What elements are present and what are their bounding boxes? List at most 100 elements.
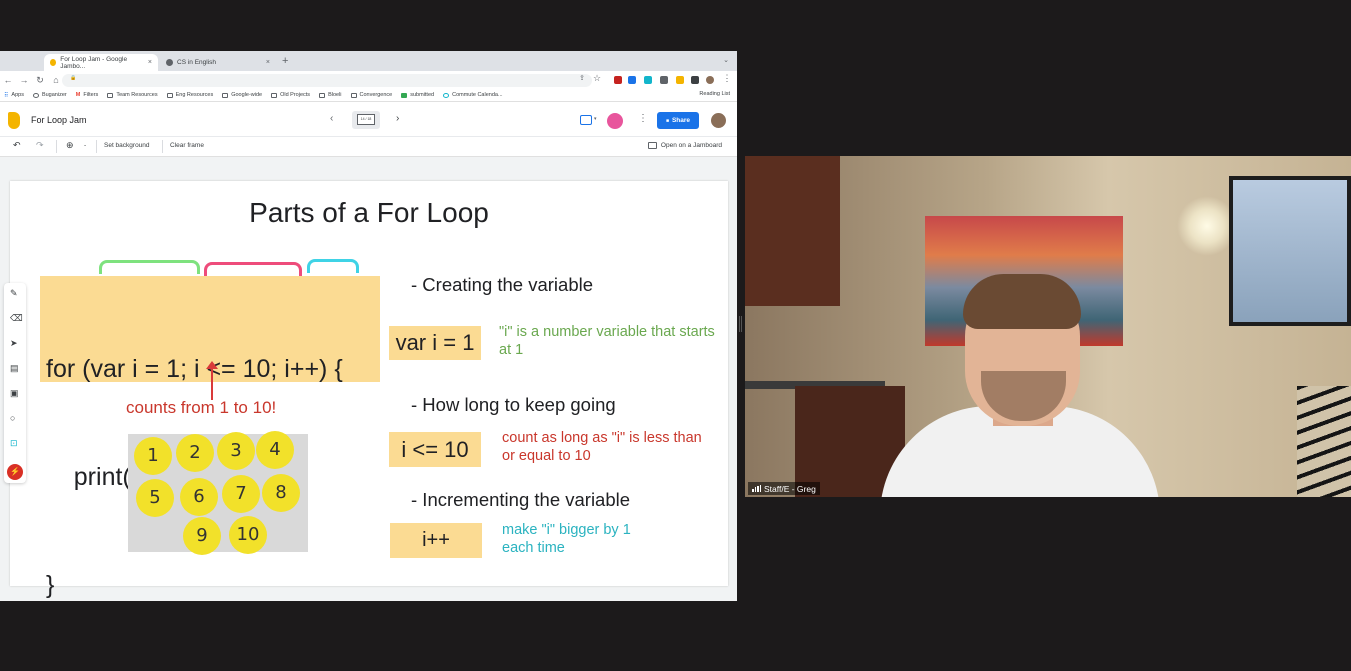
previous-frame-button[interactable]: ‹ [330, 113, 333, 124]
number-circle: 10 [229, 516, 267, 554]
extension-icon[interactable] [614, 76, 622, 84]
lock-icon: 🔒 [70, 75, 77, 81]
address-bar[interactable]: 🔒 [62, 74, 592, 87]
section-note: count as long as "i" is less than or equ… [502, 430, 702, 464]
reading-list-button[interactable]: Reading List [699, 91, 730, 97]
bookmark-google-wide[interactable]: Google-wide [222, 92, 262, 98]
redo-icon[interactable]: ↷ [36, 140, 44, 151]
eraser-icon[interactable]: ⌫ [10, 313, 23, 324]
video-person-hair [963, 274, 1081, 329]
bookmark-label: Eng Resources [175, 92, 214, 98]
collaborator-avatar[interactable] [607, 113, 623, 129]
bookmark-old-projects[interactable]: Old Projects [271, 92, 310, 98]
number-circle: 7 [222, 475, 260, 513]
zoom-dropdown[interactable]: - [84, 142, 86, 149]
new-tab-button[interactable]: + [282, 55, 288, 67]
monitor-icon [647, 142, 657, 149]
shape-circle-icon[interactable]: ○ [10, 413, 15, 423]
video-cabinet [745, 156, 840, 306]
code-highlight: i++ [390, 523, 482, 558]
open-on-jamboard-button[interactable]: Open on a Jamboard [647, 142, 722, 149]
number-circle: 3 [217, 432, 255, 470]
folder-icon [222, 92, 229, 98]
more-options-icon[interactable]: ⋮ [638, 113, 648, 124]
tab-cs-in-english[interactable]: CS in English × [160, 54, 276, 71]
section-note: "i" is a number variable that starts at … [499, 324, 715, 358]
folder-icon [107, 92, 114, 98]
profile-avatar[interactable] [706, 76, 714, 84]
browser-toolbar: ← → ↻ ⌂ 🔒 ⇪ ☆ ⋮ [0, 71, 737, 89]
sheet-icon [401, 92, 408, 98]
bookmarks-bar: ⠿ Apps Buganizer M Filters Team Resources … [0, 89, 737, 102]
bookmark-label: Filters [83, 92, 99, 98]
extension-icon[interactable] [660, 76, 668, 84]
section-note: make "i" bigger by 1 each time [502, 522, 631, 556]
zoom-icon[interactable]: ⊕ [66, 140, 74, 151]
arrow-annotation [211, 364, 213, 400]
sticky-note-icon[interactable]: ▤ [10, 363, 19, 374]
bookmark-label: submitted [410, 92, 435, 98]
laser-icon[interactable]: ⚡ [7, 464, 23, 480]
frame-bar-button[interactable]: 14 / 18 [352, 111, 380, 129]
share-page-icon[interactable]: ⇪ [574, 74, 590, 82]
extension-icon[interactable] [628, 76, 636, 84]
close-tab-icon[interactable]: × [148, 59, 152, 66]
toolbar-divider [96, 140, 97, 153]
reload-icon[interactable]: ↻ [32, 75, 48, 86]
next-frame-button[interactable]: › [396, 113, 399, 124]
bookmark-commute-calendar[interactable]: Commute Calenda... [443, 92, 503, 98]
jamboard-tool-rail: ✎ ⌫ ➤ ▤ ▣ ○ ⊡ ⚡ [4, 283, 26, 483]
bookmark-label: Apps [11, 92, 24, 98]
jam-title[interactable]: For Loop Jam [31, 115, 87, 125]
video-lamp [1177, 196, 1237, 256]
tab-search-icon[interactable]: ⌄ [723, 56, 729, 64]
bookmark-convergence[interactable]: Convergence [350, 92, 392, 98]
folder-icon [166, 92, 173, 98]
chevron-down-icon[interactable]: ▾ [594, 116, 597, 122]
present-icon[interactable] [580, 115, 592, 125]
tab-for-loop-jam[interactable]: For Loop Jam - Google Jambo... × [44, 54, 158, 71]
video-railing [1297, 386, 1351, 497]
bookmark-apps[interactable]: ⠿ Apps [4, 92, 24, 99]
section-heading: - Creating the variable [411, 274, 594, 295]
bookmark-bloeli[interactable]: Bloeli [319, 92, 342, 98]
jam-frame[interactable]: Parts of a For Loop for (var i = 1; i <=… [10, 181, 728, 599]
bookmark-label: Old Projects [280, 92, 311, 98]
forward-icon[interactable]: → [16, 75, 32, 85]
video-window [1229, 176, 1351, 326]
chrome-menu-icon[interactable]: ⋮ [719, 73, 735, 84]
folder-icon [271, 92, 278, 98]
clear-frame-button[interactable]: Clear frame [170, 142, 204, 149]
cyan-bracket-annotation [307, 259, 359, 273]
pen-icon[interactable]: ✎ [10, 288, 18, 299]
bookmark-team-resources[interactable]: Team Resources [107, 92, 158, 98]
close-tab-icon[interactable]: × [266, 59, 270, 66]
undo-icon[interactable]: ↶ [13, 140, 21, 151]
lock-icon: ■ [665, 117, 669, 124]
bookmark-eng-resources[interactable]: Eng Resources [166, 92, 214, 98]
set-background-button[interactable]: Set background [104, 142, 150, 149]
jamboard-favicon-icon [50, 59, 57, 66]
extension-icon[interactable] [644, 76, 652, 84]
participant-video[interactable]: Staff/E - Greg [745, 156, 1351, 497]
signal-strength-icon [752, 485, 761, 492]
jamboard-logo-icon [8, 112, 20, 129]
star-icon[interactable]: ☆ [589, 73, 605, 84]
number-circle: 4 [256, 431, 294, 469]
bookmark-filters[interactable]: M Filters [76, 92, 99, 98]
account-avatar[interactable] [711, 113, 726, 128]
share-button[interactable]: ■ Share [657, 112, 699, 129]
bookmark-submitted[interactable]: submitted [401, 92, 434, 98]
extension-icon[interactable] [676, 76, 684, 84]
bookmark-buganizer[interactable]: Buganizer [32, 92, 67, 98]
bookmark-label: Commute Calenda... [452, 92, 503, 98]
text-box-icon[interactable]: ⊡ [10, 438, 18, 449]
tab-title: For Loop Jam - Google Jambo... [60, 55, 128, 70]
split-view-handle[interactable] [739, 316, 742, 332]
back-icon[interactable]: ← [0, 75, 16, 85]
select-cursor-icon[interactable]: ➤ [10, 338, 18, 349]
number-circle: 6 [180, 478, 218, 516]
image-icon[interactable]: ▣ [10, 388, 19, 399]
puzzle-icon[interactable] [691, 76, 699, 84]
browser-tab-bar: For Loop Jam - Google Jambo... × CS in E… [0, 51, 737, 71]
